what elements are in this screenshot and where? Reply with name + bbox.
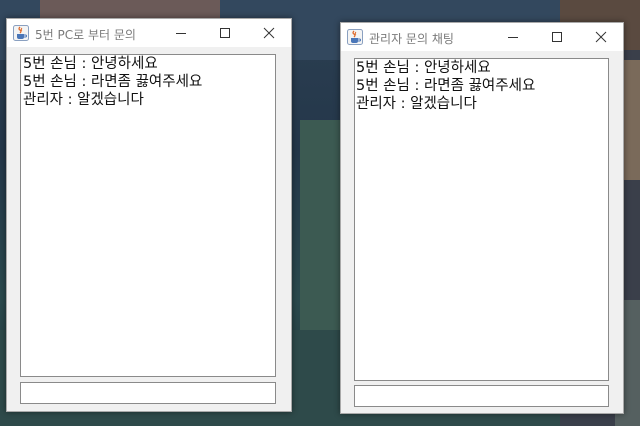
java-cup-icon: [13, 25, 29, 41]
chat-log[interactable]: 5번 손님 : 안녕하세요 5번 손님 : 라면좀 끓여주세요 관리자 : 알겠…: [354, 58, 609, 381]
close-icon: [263, 27, 275, 39]
title-bar[interactable]: 관리자 문의 채팅: [341, 23, 623, 51]
chat-message: 5번 손님 : 라면좀 끓여주세요: [356, 78, 536, 94]
minimize-icon: [508, 37, 518, 38]
customer-inquiry-window[interactable]: 5번 PC로 부터 문의 5번 손님 : 안녕하세요 5번 손님 : 라면좀 끓…: [6, 18, 292, 412]
message-input[interactable]: [20, 382, 276, 404]
chat-message: 관리자 : 알겠습니다: [356, 96, 477, 112]
minimize-button[interactable]: [159, 19, 203, 47]
maximize-icon: [552, 32, 562, 42]
maximize-icon: [220, 28, 230, 38]
chat-message: 관리자 : 알겠습니다: [23, 92, 144, 108]
close-button[interactable]: [247, 19, 291, 47]
window-title: 5번 PC로 부터 문의: [35, 28, 136, 42]
title-bar[interactable]: 5번 PC로 부터 문의: [7, 19, 291, 47]
chat-message: 5번 손님 : 안녕하세요: [23, 56, 158, 72]
chat-message: 5번 손님 : 안녕하세요: [356, 60, 491, 76]
minimize-icon: [176, 33, 186, 34]
chat-log[interactable]: 5번 손님 : 안녕하세요 5번 손님 : 라면좀 끓여주세요 관리자 : 알겠…: [20, 54, 276, 377]
minimize-button[interactable]: [491, 23, 535, 51]
maximize-button[interactable]: [203, 19, 247, 47]
maximize-button[interactable]: [535, 23, 579, 51]
message-input[interactable]: [354, 385, 609, 407]
close-button[interactable]: [579, 23, 623, 51]
window-title: 관리자 문의 채팅: [369, 32, 454, 46]
admin-chat-window[interactable]: 관리자 문의 채팅 5번 손님 : 안녕하세요 5번 손님 : 라면좀 끓여주세…: [340, 22, 624, 414]
java-cup-icon: [347, 29, 363, 45]
chat-message: 5번 손님 : 라면좀 끓여주세요: [23, 74, 203, 90]
close-icon: [595, 31, 607, 43]
